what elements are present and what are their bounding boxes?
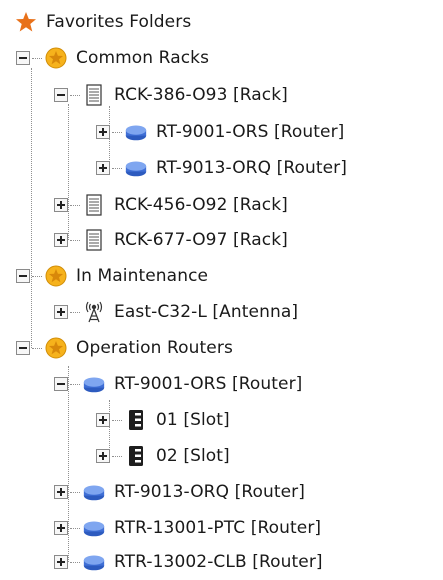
expand-toggle[interactable] (54, 555, 68, 569)
expand-toggle[interactable] (54, 233, 68, 247)
expand-toggle[interactable] (54, 485, 68, 499)
router-icon (82, 480, 106, 504)
expand-toggle[interactable] (96, 125, 110, 139)
tree-node-router[interactable]: RT-9001-ORS [Router] (96, 114, 344, 150)
tree-node-router[interactable]: RT-9013-ORQ [Router] (96, 150, 347, 186)
tree-node-label: East-C32-L [Antenna] (114, 302, 299, 322)
tree-node-label: 01 [Slot] (156, 410, 230, 430)
star-icon (14, 10, 38, 34)
favorite-folder-icon (44, 46, 68, 70)
tree-node-label: Favorites Folders (46, 12, 192, 32)
tree-node-slot[interactable]: 01 [Slot] (96, 402, 230, 438)
collapse-toggle[interactable] (16, 341, 30, 355)
tree-node-slot[interactable]: 02 [Slot] (96, 438, 230, 474)
expand-toggle[interactable] (54, 198, 68, 212)
collapse-toggle[interactable] (54, 377, 68, 391)
router-icon (82, 550, 106, 574)
antenna-icon (82, 300, 106, 324)
rack-icon (82, 83, 106, 107)
router-icon (82, 372, 106, 396)
favorite-folder-icon (44, 264, 68, 288)
tree-node-antenna[interactable]: East-C32-L [Antenna] (54, 294, 298, 330)
tree-root-favorites-folders[interactable]: Favorites Folders (12, 4, 191, 40)
tree-node-label: Common Racks (76, 48, 210, 68)
tree-node-router[interactable]: RTR-13001-PTC [Router] (54, 510, 321, 546)
expand-toggle[interactable] (54, 521, 68, 535)
tree-node-label: RT-9001-ORS [Router] (156, 122, 345, 142)
tree-node-rack[interactable]: RCK-677-O97 [Rack] (54, 222, 288, 258)
router-icon (124, 120, 148, 144)
tree-node-label: Operation Routers (76, 338, 233, 358)
tree-node-router[interactable]: RT-9001-ORS [Router] (54, 366, 302, 402)
tree-node-label: RCK-456-O92 [Rack] (114, 195, 288, 215)
collapse-toggle[interactable] (16, 269, 30, 283)
tree-node-rack[interactable]: RCK-386-O93 [Rack] (54, 77, 288, 113)
rack-icon (82, 193, 106, 217)
favorites-tree: Favorites Folders Common Racks RCK-386-O… (0, 0, 443, 576)
router-icon (82, 516, 106, 540)
tree-group-operation-routers[interactable]: Operation Routers (16, 330, 233, 366)
expand-toggle[interactable] (54, 305, 68, 319)
tree-node-rack[interactable]: RCK-456-O92 [Rack] (54, 187, 288, 223)
tree-node-label: RCK-386-O93 [Rack] (114, 85, 288, 105)
tree-node-label: RTR-13001-PTC [Router] (114, 518, 322, 538)
tree-node-router[interactable]: RTR-13002-CLB [Router] (54, 544, 323, 580)
rack-icon (82, 228, 106, 252)
expand-toggle[interactable] (96, 413, 110, 427)
tree-node-router[interactable]: RT-9013-ORQ [Router] (54, 474, 305, 510)
slot-icon (124, 444, 148, 468)
favorite-folder-icon (44, 336, 68, 360)
tree-connector (31, 68, 32, 348)
tree-node-label: RT-9013-ORQ [Router] (156, 158, 347, 178)
tree-group-in-maintenance[interactable]: In Maintenance (16, 258, 208, 294)
collapse-toggle[interactable] (54, 88, 68, 102)
slot-icon (124, 408, 148, 432)
expand-toggle[interactable] (96, 449, 110, 463)
tree-group-common-racks[interactable]: Common Racks (16, 40, 209, 76)
expand-toggle[interactable] (96, 161, 110, 175)
tree-node-label: RT-9001-ORS [Router] (114, 374, 303, 394)
tree-node-label: RT-9013-ORQ [Router] (114, 482, 305, 502)
tree-node-label: RTR-13002-CLB [Router] (114, 552, 323, 572)
tree-node-label: 02 [Slot] (156, 446, 230, 466)
collapse-toggle[interactable] (16, 51, 30, 65)
tree-node-label: RCK-677-O97 [Rack] (114, 230, 288, 250)
tree-node-label: In Maintenance (76, 266, 209, 286)
router-icon (124, 156, 148, 180)
